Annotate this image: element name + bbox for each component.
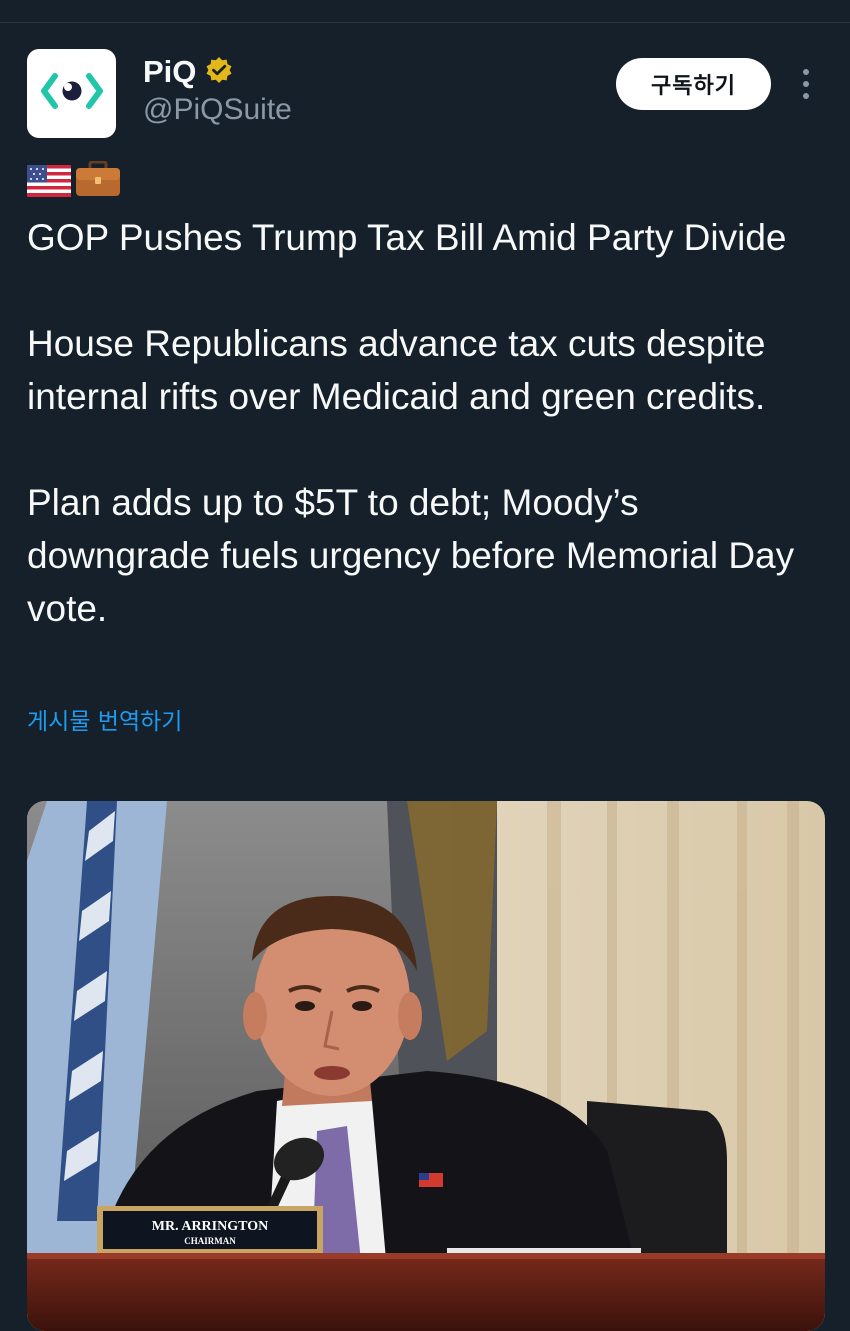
us-flag-icon bbox=[27, 158, 71, 211]
piq-logo-icon bbox=[37, 66, 107, 121]
post-media-image[interactable]: MR. ARRINGTON CHAIRMAN bbox=[27, 801, 825, 1331]
post-body: GOP Pushes Trump Tax Bill Amid Party Div… bbox=[27, 158, 827, 635]
emoji-group bbox=[27, 158, 121, 211]
post-title: GOP Pushes Trump Tax Bill Amid Party Div… bbox=[27, 217, 787, 258]
more-options-icon[interactable] bbox=[794, 66, 818, 102]
handle[interactable]: @PiQSuite bbox=[143, 92, 292, 128]
name-row: PiQ bbox=[143, 54, 234, 90]
nameplate-title: CHAIRMAN bbox=[184, 1236, 236, 1246]
subscribe-button[interactable]: 구독하기 bbox=[616, 58, 771, 110]
post-header: PiQ @PiQSuite 구독하기 bbox=[0, 0, 850, 150]
display-name[interactable]: PiQ bbox=[143, 54, 196, 90]
post-paragraph-1: House Republicans advance tax cuts despi… bbox=[27, 323, 766, 417]
verified-badge-icon bbox=[204, 55, 234, 90]
translate-post-link[interactable]: 게시물 번역하기 bbox=[27, 706, 182, 738]
briefcase-icon bbox=[75, 158, 121, 211]
post-paragraph-2: Plan adds up to $5T to debt; Moody’s dow… bbox=[27, 482, 795, 629]
nameplate-name: MR. ARRINGTON bbox=[152, 1219, 268, 1234]
avatar[interactable] bbox=[27, 49, 116, 138]
post-title-line: GOP Pushes Trump Tax Bill Amid Party Div… bbox=[27, 158, 827, 264]
